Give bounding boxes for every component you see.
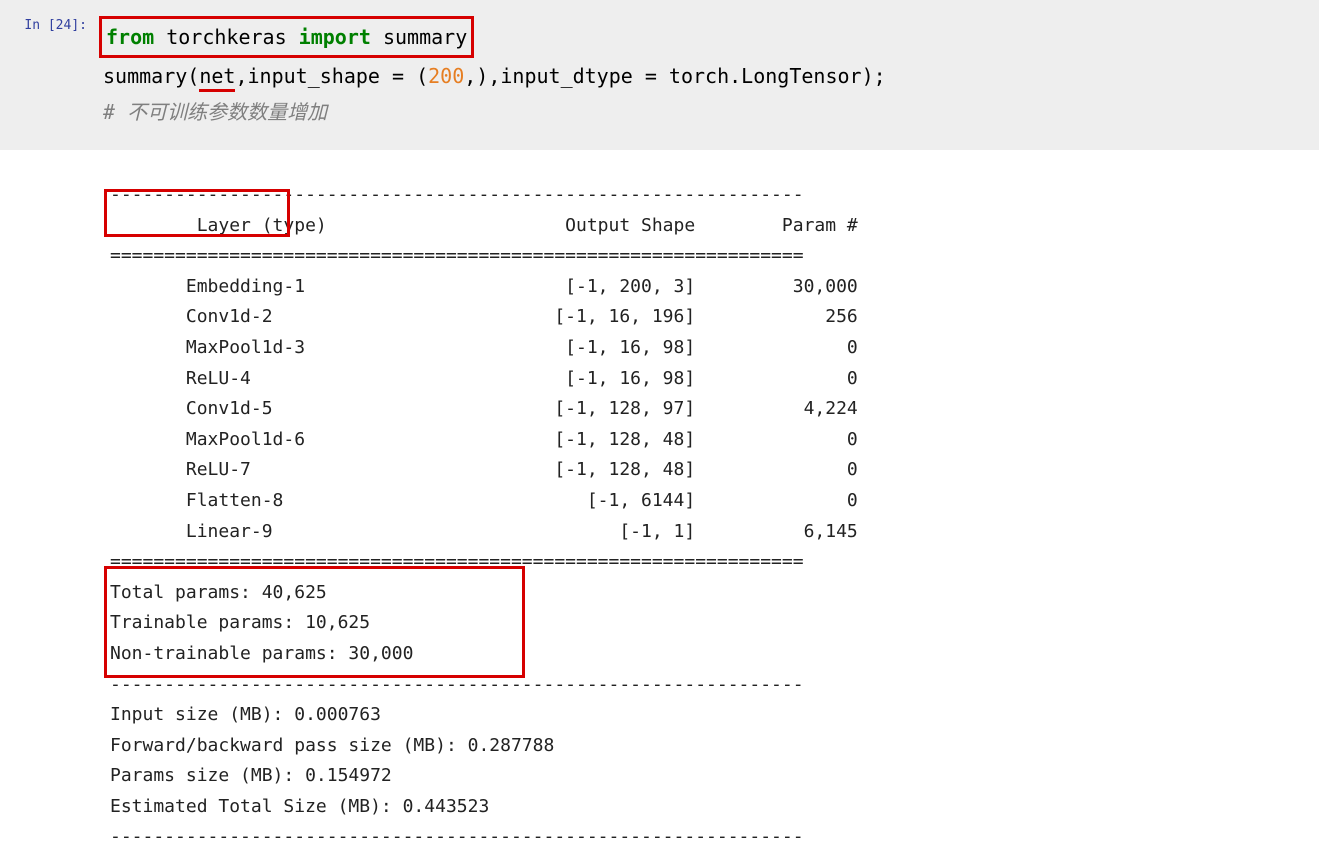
kw-from: from bbox=[106, 25, 154, 49]
code-comment: # 不可训练参数数量增加 bbox=[103, 100, 327, 124]
highlight-underline-net: net bbox=[199, 64, 235, 92]
code-input[interactable]: from torchkeras import summary summary(n… bbox=[95, 10, 886, 130]
kw-import: import bbox=[299, 25, 371, 49]
input-prompt: In [24]: bbox=[0, 10, 95, 130]
output-wrap: ----------------------------------------… bbox=[0, 150, 1319, 853]
output-area: ----------------------------------------… bbox=[0, 150, 1319, 853]
highlight-box-import: from torchkeras import summary bbox=[99, 16, 474, 58]
code-cell: In [24]: from torchkeras import summary … bbox=[0, 0, 1319, 150]
